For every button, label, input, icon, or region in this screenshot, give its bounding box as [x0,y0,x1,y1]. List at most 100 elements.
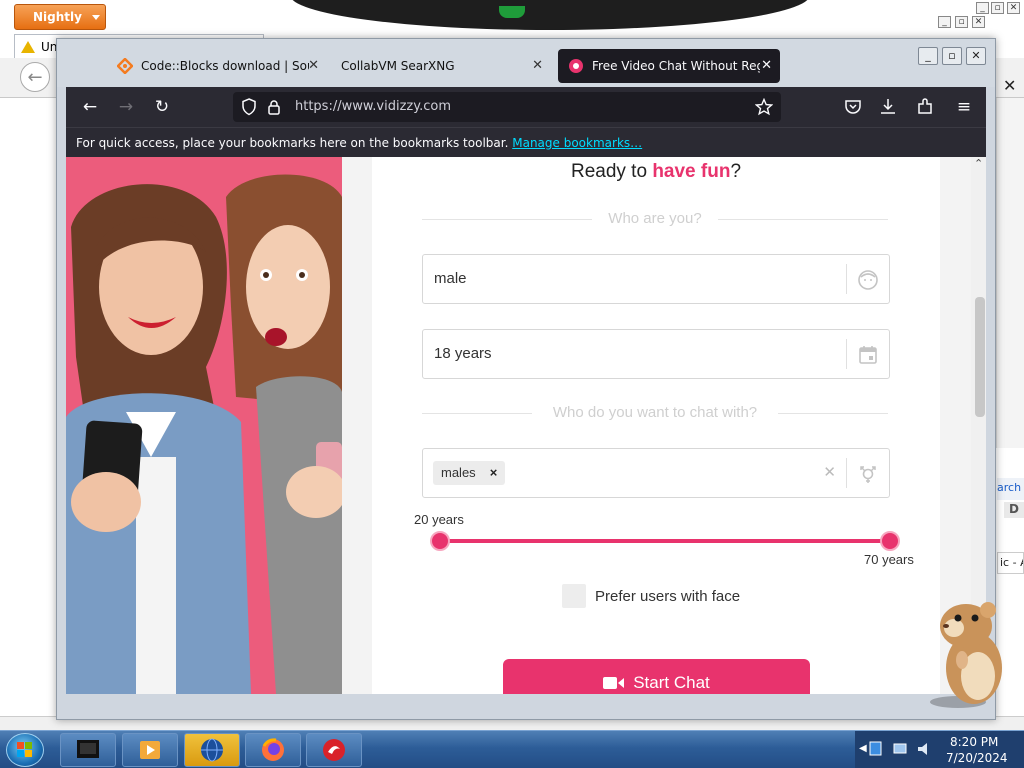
taskbar-item-app[interactable] [306,733,362,767]
forward-button[interactable]: → [114,95,138,119]
age-min-handle[interactable] [430,531,450,551]
tab-codeblocks[interactable]: Code::Blocks download | Source ✕ [107,49,327,83]
age-value: 18 years [434,345,492,362]
background-search-fragment: arch [997,478,1024,500]
chevron-down-icon [91,14,100,20]
tab-vidizzy[interactable]: Free Video Chat Without Regist ✕ [558,49,780,83]
prefer-face-checkbox[interactable] [562,584,586,608]
background-scrollbar [996,98,1024,448]
reload-button[interactable]: ↻ [150,95,174,119]
section-divider-you: Who are you? [422,210,888,228]
background-text-fragment: ic - A [997,552,1024,574]
taskbar-item-vm[interactable] [60,733,116,767]
speaker-icon[interactable] [917,741,931,757]
app-red-icon [323,739,345,761]
taskbar-item-media-player[interactable] [122,733,178,767]
bookmarks-toolbar: For quick access, place your bookmarks h… [66,127,986,157]
signup-card: Ready to have fun? Who are you? male 18 … [372,157,940,694]
close-icon[interactable]: ✕ [761,58,772,73]
firefox-icon [262,738,284,761]
close-icon[interactable]: ✕ [532,58,543,73]
heading-accent: have fun [652,161,731,182]
background-minimize-button[interactable]: _ [976,2,989,14]
clear-selection-icon[interactable]: ✕ [823,463,836,481]
vidizzy-icon [569,59,583,73]
firefox-window: Code::Blocks download | Source ✕ CollabV… [56,38,996,720]
download-icon[interactable] [879,97,897,115]
tab-searxng[interactable]: CollabVM SearXNG ✕ [331,49,551,83]
background-maximize-button-2[interactable]: ▫ [955,16,968,28]
url-bar[interactable]: https://www.vidizzy.com [233,92,781,122]
hero-illustration [66,157,342,694]
bookmarks-hint: For quick access, place your bookmarks h… [76,136,509,150]
warning-icon [21,40,35,53]
page-title: Ready to have fun? [372,161,940,183]
arrow-left-icon: ← [82,97,98,117]
face-icon [858,270,878,290]
tab-title: CollabVM SearXNG [341,59,455,73]
age-range-slider[interactable] [438,539,890,543]
background-back-button[interactable]: ← [20,62,50,92]
hamster-mascot [930,602,1002,708]
background-close-button[interactable]: ✕ [1007,2,1020,14]
start-chat-button[interactable]: Start Chat [503,659,810,694]
shield-icon [242,98,256,116]
tag-label: males [441,465,476,480]
age-max-handle[interactable] [880,531,900,551]
extensions-icon[interactable] [916,97,934,115]
taskbar-item-globe[interactable] [184,733,240,767]
clock-time: 8:20 PM [950,735,999,749]
selected-tag: males × [433,461,506,485]
start-chat-label: Start Chat [633,673,710,692]
gender-select[interactable]: male [422,254,890,304]
taskbar-item-firefox[interactable] [245,733,301,767]
tab-title: Code::Blocks download | Source [141,59,309,73]
back-button[interactable]: ← [78,95,102,119]
close-window-button[interactable]: ✕ [966,47,986,65]
section-title-you: Who are you? [608,210,702,227]
monitor-icon [77,740,99,758]
globe-icon [201,738,223,762]
network-icon[interactable] [869,741,883,757]
reload-icon: ↻ [154,97,170,117]
display-icon[interactable] [893,741,907,757]
gender-value: male [434,270,467,287]
age-select[interactable]: 18 years [422,329,890,379]
maximize-button[interactable]: ▫ [942,47,962,65]
heading-prefix: Ready to [570,161,653,182]
star-icon[interactable] [755,98,773,116]
manage-bookmarks-link[interactable]: Manage bookmarks… [512,136,642,150]
taskbar: ◀ 8:20 PM 7/20/2024 [0,730,1024,768]
calendar-icon [859,346,877,364]
nightly-menu-label: Nightly [33,10,82,24]
background-maximize-button[interactable]: ▫ [991,2,1004,14]
app-menu-button[interactable]: ≡ [952,95,976,119]
media-player-icon [140,741,160,759]
page-content: Ready to have fun? Who are you? male 18 … [66,157,986,694]
video-camera-icon [603,677,625,689]
navigation-toolbar: ← → ↻ https://www.vidizzy.com ≡ [66,87,986,127]
chevron-left-icon[interactable]: ◀ [859,743,867,754]
hero-photo [66,157,342,694]
desktop-widget-indicator [499,6,525,18]
arrow-right-icon: → [118,97,134,117]
tag-remove-icon[interactable]: × [490,465,498,485]
background-close-button-2[interactable]: ✕ [972,16,985,28]
background-close-icon[interactable]: ✕ [1003,76,1016,95]
heading-suffix: ? [730,161,742,182]
chevron-up-icon[interactable]: ⌃ [974,157,983,170]
section-divider-chat-with: Who do you want to chat with? [422,404,888,422]
scrollbar-thumb[interactable] [975,297,985,417]
minimize-button[interactable]: _ [918,47,938,65]
prefer-face-label: Prefer users with face [595,588,741,605]
url-text: https://www.vidizzy.com [295,99,451,114]
section-title-chat-with: Who do you want to chat with? [552,404,758,421]
nightly-menu-button[interactable]: Nightly [14,4,106,30]
pocket-icon[interactable] [844,98,862,116]
target-gender-select[interactable]: males × ✕ [422,448,890,498]
start-button[interactable] [6,733,44,767]
tab-strip: Code::Blocks download | Source ✕ CollabV… [57,39,995,87]
background-minimize-button-2[interactable]: _ [938,16,951,28]
close-icon[interactable]: ✕ [308,58,319,73]
tab-title: Free Video Chat Without Regist [592,59,760,73]
